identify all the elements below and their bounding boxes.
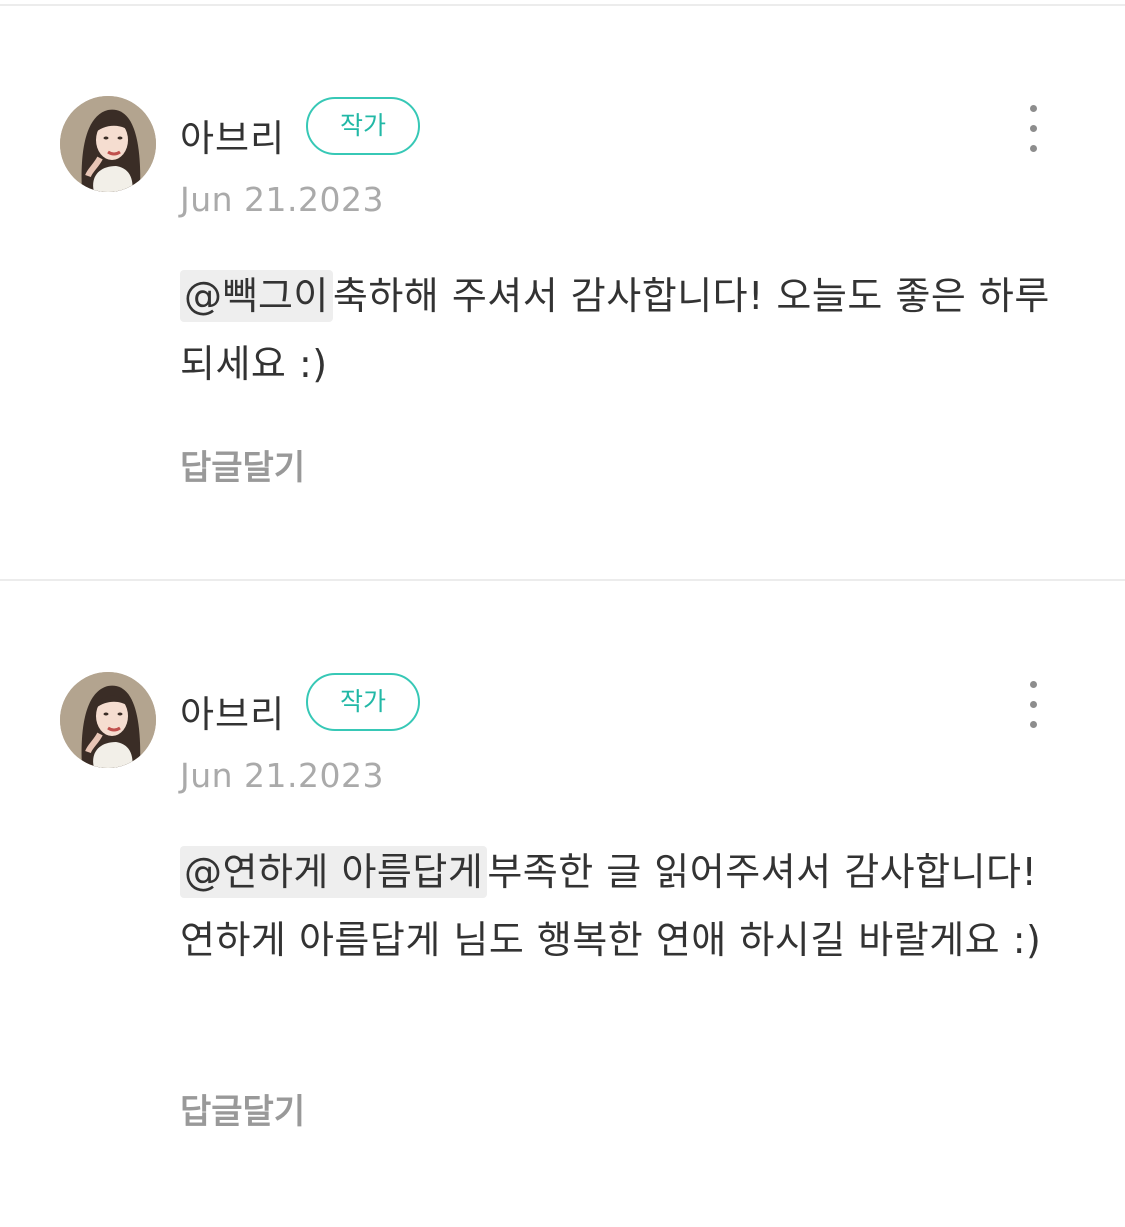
dot xyxy=(1030,721,1037,728)
comment-date: Jun 21.2023 xyxy=(180,180,385,219)
mention-tag[interactable]: @연하게 아름답게 xyxy=(180,846,488,898)
author-name[interactable]: 아브리 xyxy=(180,108,285,162)
mention-tag[interactable]: @빽그이 xyxy=(180,270,333,322)
dot xyxy=(1030,105,1037,112)
author-avatar[interactable] xyxy=(60,96,156,192)
avatar-illustration-icon xyxy=(60,672,156,768)
more-options-button[interactable] xyxy=(1014,100,1054,156)
author-name[interactable]: 아브리 xyxy=(180,684,285,738)
comment-date: Jun 21.2023 xyxy=(180,756,385,795)
dot xyxy=(1030,681,1037,688)
comment-body: @빽그이 축하해 주셔서 감사합니다! 오늘도 좋은 하루 되세요 :) xyxy=(180,262,1060,398)
author-badge: 작가 xyxy=(306,673,420,731)
reply-button[interactable]: 답글달기 xyxy=(180,1084,305,1133)
dot xyxy=(1030,145,1037,152)
dot xyxy=(1030,701,1037,708)
avatar-illustration-icon xyxy=(60,96,156,192)
author-avatar[interactable] xyxy=(60,672,156,768)
author-badge: 작가 xyxy=(306,97,420,155)
comment-body: @연하게 아름답게 부족한 글 읽어주셔서 감사합니다! 연하게 아름답게 님도 … xyxy=(180,838,1060,974)
reply-button[interactable]: 답글달기 xyxy=(180,440,305,489)
more-options-button[interactable] xyxy=(1014,676,1054,732)
dot xyxy=(1030,125,1037,132)
comment-divider xyxy=(0,579,1125,581)
comment-item: 아브리 작가 Jun 21.2023 @빽그이 축하해 주셔서 감사합니다! 오늘… xyxy=(0,6,1125,580)
comment-item: 아브리 작가 Jun 21.2023 @연하게 아름답게 부족한 글 읽어주셔서 … xyxy=(0,582,1125,1227)
